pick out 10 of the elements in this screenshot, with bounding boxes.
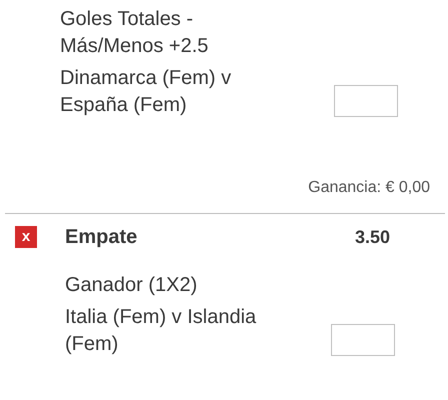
profit-label: Ganancia: € 0,00 bbox=[308, 179, 430, 196]
stake-field[interactable] bbox=[334, 85, 398, 117]
remove-button[interactable]: x bbox=[15, 226, 37, 248]
odds: 3.50 bbox=[354, 226, 390, 248]
market-name: Goles Totales - Más/Menos +2.5 bbox=[60, 7, 210, 59]
event-name: Dinamarca (Fem) v España (Fem) bbox=[60, 66, 232, 118]
stake-field[interactable] bbox=[331, 324, 395, 356]
event-name: Italia (Fem) v Islandia (Fem) bbox=[65, 305, 258, 357]
selection-name: Empate bbox=[65, 226, 138, 248]
market-name: Ganador (1X2) bbox=[65, 273, 198, 298]
